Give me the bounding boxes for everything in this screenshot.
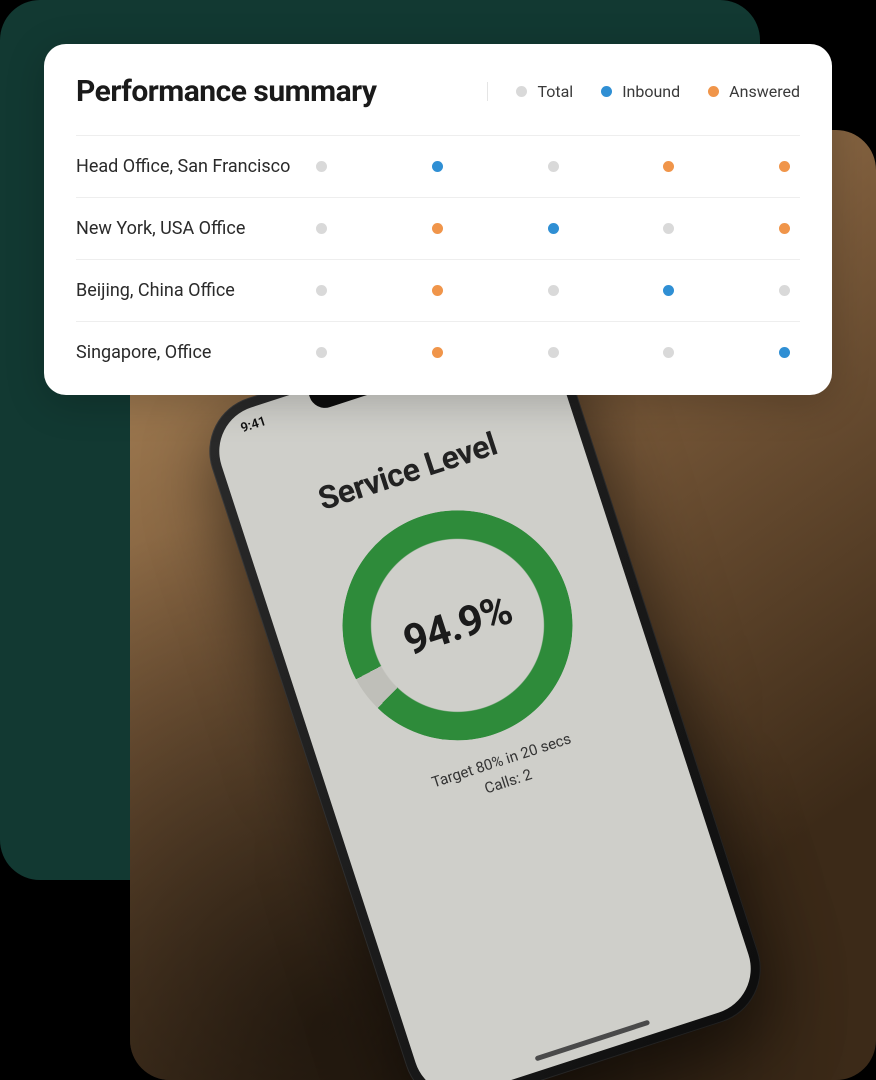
table-row: Head Office, San Francisco [76,136,800,198]
table-row: New York, USA Office [76,198,800,260]
dot-total-icon [548,161,559,172]
table-row: Singapore, Office [76,322,800,383]
dot-total-icon [316,161,327,172]
performance-summary-card: Performance summary Total Inbound Answer… [44,44,832,395]
dot-total-icon [316,223,327,234]
dot-inbound-icon [601,86,612,97]
row-dots [316,223,800,234]
dot-total-icon [548,285,559,296]
dot-answered-icon [708,86,719,97]
row-label: New York, USA Office [76,218,316,239]
dot-answered-icon [779,161,790,172]
row-label: Beijing, China Office [76,280,316,301]
row-dots [316,161,800,172]
legend-answered-label: Answered [729,82,800,101]
dot-total-icon [316,285,327,296]
dot-inbound-icon [779,347,790,358]
dot-answered-icon [432,285,443,296]
dot-total-icon [516,86,527,97]
dot-inbound-icon [432,161,443,172]
legend-inbound: Inbound [601,82,680,101]
card-title: Performance summary [76,74,377,109]
legend-inbound-label: Inbound [622,82,680,101]
table-row: Beijing, China Office [76,260,800,322]
dot-inbound-icon [548,223,559,234]
status-time: 9:41 [239,414,268,436]
dot-answered-icon [432,347,443,358]
dot-total-icon [548,347,559,358]
dot-answered-icon [779,223,790,234]
row-label: Head Office, San Francisco [76,156,316,177]
legend: Total Inbound Answered [487,82,800,101]
service-level-ring: 94.9% [313,480,603,770]
row-dots [316,285,800,296]
dot-total-icon [779,285,790,296]
dot-total-icon [316,347,327,358]
row-dots [316,347,800,358]
summary-rows: Head Office, San Francisco New York, USA … [76,136,800,383]
legend-total: Total [516,82,573,101]
dot-total-icon [663,347,674,358]
service-level-value: 94.9% [313,480,603,770]
dot-inbound-icon [663,285,674,296]
card-header: Performance summary Total Inbound Answer… [76,74,800,136]
row-label: Singapore, Office [76,342,316,363]
dot-answered-icon [663,161,674,172]
dot-total-icon [663,223,674,234]
legend-total-label: Total [537,82,573,101]
dot-answered-icon [432,223,443,234]
legend-answered: Answered [708,82,800,101]
